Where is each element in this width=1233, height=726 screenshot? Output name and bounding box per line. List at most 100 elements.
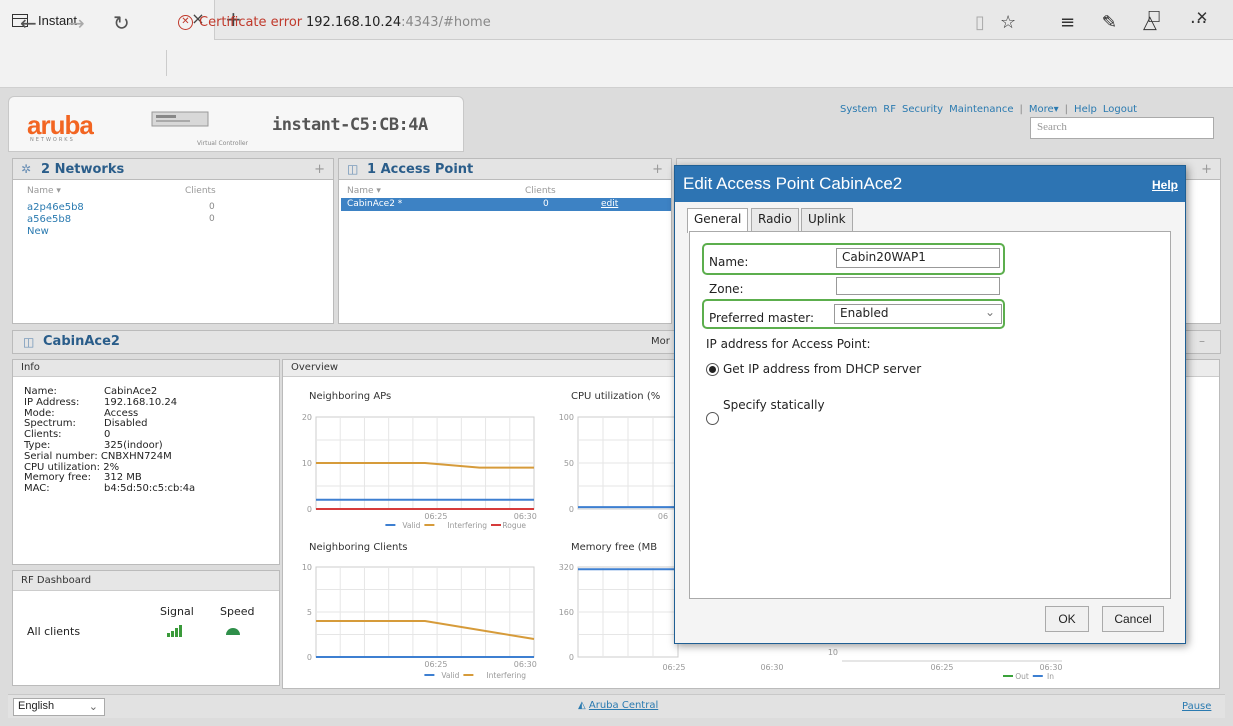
info-key: Serial number:	[24, 450, 98, 462]
preferred-master-label: Preferred master:	[709, 311, 815, 325]
reading-view-icon[interactable]: ▯	[975, 12, 985, 33]
network-row-clients: 0	[209, 214, 215, 224]
ap-row-name: CabinAce2 *	[347, 199, 403, 209]
name-field[interactable]: Cabin20WAP1	[836, 248, 1000, 268]
menu-separator: |	[1019, 104, 1023, 115]
zone-field[interactable]	[836, 277, 1000, 295]
y-tick-label: 0	[307, 653, 312, 662]
info-value: 192.168.10.24	[104, 396, 178, 408]
rf-dashboard-panel: RF Dashboard Signal Speed All clients	[12, 570, 280, 686]
tab-uplink[interactable]: Uplink	[801, 208, 853, 231]
certificate-error[interactable]: ✕ Certificate error	[178, 15, 302, 30]
static-option-label: Specify statically	[723, 398, 825, 412]
search-input[interactable]: Search	[1030, 117, 1214, 139]
cancel-button[interactable]: Cancel	[1102, 606, 1164, 632]
static-radio[interactable]	[706, 412, 719, 425]
tab-general[interactable]: General	[687, 208, 749, 233]
dhcp-radio[interactable]	[706, 363, 719, 376]
network-row-name[interactable]: a56e5b8	[27, 214, 71, 225]
top-menu: System RF Security Maintenance | More▾ |…	[840, 104, 1137, 115]
aps-panel-header: ◫ 1 Access Point +	[339, 159, 671, 180]
aruba-central-link[interactable]: ◭ Aruba Central	[578, 700, 658, 711]
menu-help[interactable]: Help	[1074, 104, 1097, 115]
x-tick-label: 06:25	[930, 663, 953, 672]
ip-address-label: IP address for Access Point:	[706, 337, 871, 351]
access-points-panel: ◫ 1 Access Point + Name ▾ Clients CabinA…	[338, 158, 672, 324]
menu-separator: |	[1064, 104, 1069, 115]
divider	[166, 50, 167, 76]
info-header: Info	[13, 360, 279, 377]
network-row-name[interactable]: a2p46e5b8	[27, 202, 84, 213]
info-row: Serial number: CNBXHN724M	[24, 450, 195, 463]
info-value: Disabled	[104, 418, 148, 430]
hub-icon[interactable]: ≡	[1060, 12, 1075, 33]
menu-logout[interactable]: Logout	[1103, 104, 1137, 115]
menu-system[interactable]: System	[840, 104, 877, 115]
ap-detail-more[interactable]: Mor	[651, 336, 670, 347]
menu-more[interactable]: More▾	[1029, 104, 1059, 115]
favorite-icon[interactable]: ☆	[1000, 12, 1016, 33]
y-tick-label: 10	[302, 563, 312, 572]
legend-label: Rogue	[502, 521, 526, 530]
preferred-master-select[interactable]: Enabled ⌄	[834, 304, 1002, 324]
url-field[interactable]: 192.168.10.24:4343/#home	[306, 15, 491, 30]
col-clients-header[interactable]: Clients	[525, 186, 556, 196]
aps-title: 1 Access Point	[367, 162, 474, 177]
ok-button[interactable]: OK	[1045, 606, 1089, 632]
network-row-clients: 0	[209, 202, 215, 212]
x-tick-label: 06:25	[424, 660, 447, 669]
menu-rf[interactable]: RF	[883, 104, 896, 115]
language-value: English	[18, 700, 55, 712]
url-path: :4343/#home	[401, 15, 491, 30]
legend-label: Valid	[402, 521, 420, 530]
add-client-button[interactable]: +	[1201, 162, 1212, 177]
virtual-controller-label: Virtual Controller	[197, 140, 249, 147]
forward-icon[interactable]: →	[68, 11, 85, 35]
speed-gauge-icon	[226, 628, 240, 635]
y-tick-label: 0	[569, 653, 574, 662]
legend-label: Interfering	[447, 521, 487, 530]
back-icon[interactable]: ←	[20, 11, 37, 35]
col-name-header[interactable]: Name ▾	[347, 186, 381, 196]
x-tick-label: 06:30	[1039, 663, 1062, 672]
virtual-controller-icon	[151, 111, 209, 127]
cert-error-label: Certificate error	[199, 15, 303, 30]
web-note-icon[interactable]: ✎	[1102, 12, 1117, 33]
legend-label: Out	[1015, 672, 1029, 681]
new-network-link[interactable]: New	[27, 226, 49, 237]
preferred-master-value: Enabled	[840, 306, 889, 320]
collapse-button[interactable]: –	[1199, 334, 1205, 348]
network-icon: ✲	[21, 162, 32, 176]
ap-edit-link[interactable]: edit	[601, 199, 618, 209]
language-select[interactable]: English ⌄	[13, 698, 105, 716]
zone-label: Zone:	[709, 282, 744, 296]
share-icon[interactable]: △	[1143, 12, 1157, 33]
x-tick-label: 06	[658, 512, 668, 521]
pause-link[interactable]: Pause	[1182, 701, 1211, 712]
col-name-header[interactable]: Name ▾	[27, 186, 61, 196]
add-network-button[interactable]: +	[314, 162, 325, 177]
y-tick-label: 0	[307, 505, 312, 514]
x-tick-label: 06:30	[760, 663, 783, 672]
x-tick-label: 06:30	[514, 512, 537, 521]
info-key: MAC:	[24, 483, 50, 495]
logo-subtitle: NETWORKS	[30, 137, 75, 143]
tab-radio[interactable]: Radio	[751, 208, 799, 231]
legend-label: Valid	[441, 671, 459, 680]
rf-dashboard-header: RF Dashboard	[13, 571, 279, 591]
x-tick-label: 06:25	[662, 663, 685, 672]
aruba-central-label: Aruba Central	[588, 700, 659, 711]
signal-strength-icon	[167, 625, 182, 637]
rf-speed-label: Speed	[220, 605, 255, 618]
refresh-icon[interactable]: ↻	[113, 11, 130, 35]
menu-security[interactable]: Security	[902, 104, 943, 115]
rf-all-clients-label: All clients	[27, 625, 81, 638]
more-icon[interactable]: ···	[1190, 12, 1207, 33]
col-clients-header[interactable]: Clients	[185, 186, 216, 196]
dialog-help-link[interactable]: Help	[1152, 178, 1178, 192]
menu-maintenance[interactable]: Maintenance	[949, 104, 1013, 115]
info-row: IP Address: 192.168.10.24	[24, 396, 195, 409]
ap-detail-title: CabinAce2	[43, 334, 120, 349]
info-value: CNBXHN724M	[100, 450, 172, 462]
add-ap-button[interactable]: +	[652, 162, 663, 177]
